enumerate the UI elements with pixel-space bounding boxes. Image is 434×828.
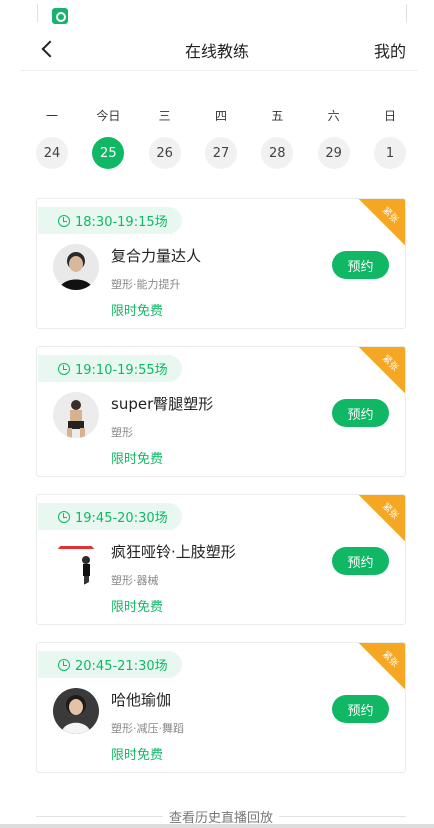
price-label: 限时免费 — [111, 748, 164, 763]
week-selector: 一 24 今日 25 三 26 四 27 五 28 六 29 日 1 — [24, 108, 418, 169]
day-item-selected[interactable]: 今日 25 — [80, 108, 136, 169]
course-tags: 塑形·减压·舞蹈 — [111, 722, 184, 735]
price-label: 限时免费 — [111, 452, 164, 467]
history-replay-link[interactable]: 查看历史直播回放 — [36, 806, 407, 826]
book-button[interactable]: 预约 — [332, 399, 389, 427]
day-label: 三 — [158, 109, 171, 123]
price-label: 限时免费 — [111, 600, 164, 615]
history-replay-label[interactable]: 查看历史直播回放 — [163, 807, 279, 826]
day-label: 五 — [271, 109, 284, 123]
day-item[interactable]: 三 26 — [137, 108, 193, 169]
time-slot-text: 18:30-19:15场 — [75, 215, 168, 230]
day-label: 四 — [214, 109, 227, 123]
time-slot-text: 20:45-21:30场 — [75, 659, 168, 674]
day-item[interactable]: 四 27 — [193, 108, 249, 169]
time-slot-badge: 18:30-19:15场 — [38, 207, 182, 234]
day-item[interactable]: 一 24 — [24, 108, 80, 169]
divider-line — [36, 815, 163, 817]
day-label: 日 — [383, 109, 396, 123]
ribbon-text: 紧张 — [380, 353, 400, 374]
status-divider — [37, 4, 38, 22]
day-number[interactable]: 27 — [204, 137, 237, 169]
ribbon-text: 紧张 — [380, 205, 400, 226]
my-link[interactable]: 我的 — [374, 38, 406, 62]
time-slot-text: 19:45-20:30场 — [75, 511, 168, 526]
time-slot-text: 19:10-19:55场 — [75, 363, 168, 378]
clock-icon — [58, 510, 70, 523]
course-tags: 塑形·能力提升 — [111, 278, 181, 291]
status-ribbon: 紧张 — [358, 347, 405, 394]
status-bar — [0, 0, 434, 24]
coach-avatar — [53, 392, 99, 438]
coach-avatar — [53, 540, 99, 586]
day-number[interactable]: 29 — [317, 137, 350, 169]
time-slot-badge: 19:10-19:55场 — [38, 355, 182, 382]
page-title: 在线教练 — [184, 42, 249, 61]
nav-bar: 在线教练 我的 — [0, 28, 434, 72]
book-button[interactable]: 预约 — [332, 695, 389, 723]
course-tags: 塑形 — [111, 426, 133, 439]
course-card[interactable]: 19:45-20:30场 紧张 疯狂哑铃·上肢塑形 塑形·器械 限时免费 预约 — [36, 494, 406, 625]
course-title: 复合力量达人 — [111, 247, 202, 265]
app-notification-icon — [52, 8, 68, 24]
coach-avatar — [53, 688, 99, 734]
ribbon-text: 紧张 — [380, 649, 400, 670]
time-slot-badge: 20:45-21:30场 — [38, 651, 182, 678]
bottom-edge — [0, 824, 434, 828]
ribbon-text: 紧张 — [380, 501, 400, 522]
book-button[interactable]: 预约 — [332, 251, 389, 279]
status-ribbon: 紧张 — [358, 495, 405, 542]
status-ribbon: 紧张 — [358, 643, 405, 690]
day-number[interactable]: 25 — [92, 137, 125, 169]
clock-icon — [58, 214, 70, 227]
course-card[interactable]: 20:45-21:30场 紧张 哈他瑜伽 塑形·减压·舞蹈 限时免费 预约 — [36, 642, 406, 773]
day-item[interactable]: 日 1 — [362, 108, 418, 169]
course-title: super臀腿塑形 — [111, 395, 214, 413]
time-slot-badge: 19:45-20:30场 — [38, 503, 182, 530]
status-divider — [406, 4, 407, 22]
book-button[interactable]: 预约 — [332, 547, 389, 575]
day-number[interactable]: 1 — [373, 137, 406, 169]
clock-icon — [58, 658, 70, 671]
course-card[interactable]: 19:10-19:55场 紧张 super臀腿塑形 塑形 限时免费 预约 — [36, 346, 406, 477]
day-label: 一 — [45, 109, 58, 123]
coach-avatar — [53, 244, 99, 290]
course-title: 疯狂哑铃·上肢塑形 — [111, 543, 236, 561]
clock-icon — [58, 362, 70, 375]
price-label: 限时免费 — [111, 304, 164, 319]
status-ribbon: 紧张 — [358, 199, 405, 246]
day-number[interactable]: 24 — [36, 137, 68, 169]
course-card[interactable]: 18:30-19:15场 紧张 复合力量达人 塑形·能力提升 限时免费 预约 — [36, 198, 406, 329]
day-number[interactable]: 28 — [261, 137, 294, 169]
day-label: 今日 — [96, 109, 121, 123]
day-item[interactable]: 六 29 — [306, 108, 362, 169]
day-item[interactable]: 五 28 — [249, 108, 305, 169]
nav-divider — [20, 70, 418, 71]
day-label: 六 — [327, 109, 340, 123]
day-number[interactable]: 26 — [148, 137, 181, 169]
course-tags: 塑形·器械 — [111, 574, 159, 587]
course-title: 哈他瑜伽 — [111, 691, 172, 709]
divider-line — [279, 815, 407, 817]
